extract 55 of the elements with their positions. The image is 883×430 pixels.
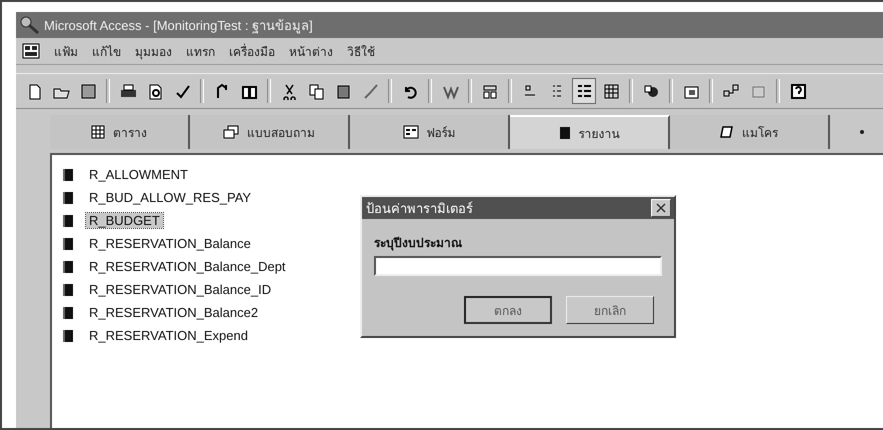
- new-object-icon: [482, 82, 498, 100]
- window-title: Microsoft Access - [MonitoringTest : ฐานข้อมูล]: [44, 16, 313, 36]
- analyze-icon: [642, 82, 660, 100]
- toolbar-button[interactable]: [572, 78, 596, 104]
- report-icon: [62, 306, 74, 320]
- macro-icon: [720, 125, 734, 139]
- dialog-button[interactable]: ตกลง: [464, 296, 552, 324]
- report-item[interactable]: R_RESERVATION_Balance_ID: [86, 282, 274, 297]
- report-item[interactable]: R_RESERVATION_Balance_Dept: [86, 259, 289, 274]
- menu-item[interactable]: แก้ไข: [92, 42, 121, 60]
- menu-item[interactable]: แฟ้ม: [54, 42, 78, 60]
- report-icon: [62, 260, 74, 274]
- object-tab[interactable]: รายงาน: [510, 115, 670, 149]
- print-preview-icon: [146, 82, 164, 100]
- menu-item[interactable]: เครื่องมือ: [229, 42, 275, 60]
- relationships-icon: [722, 82, 740, 100]
- copy-icon: [308, 82, 324, 100]
- printer-icon: [120, 82, 136, 100]
- dialog-button[interactable]: ยกเลิก: [566, 296, 654, 324]
- report-item[interactable]: R_BUDGET: [86, 213, 163, 228]
- database-window-icon[interactable]: [22, 43, 40, 59]
- report-icon: [62, 328, 74, 342]
- report-item[interactable]: R_BUD_ALLOW_RES_PAY: [86, 190, 254, 205]
- help-icon: [790, 82, 806, 100]
- form-icon: [402, 125, 418, 139]
- menu-item[interactable]: วิธีใช้: [347, 42, 375, 60]
- report-icon: [62, 190, 74, 204]
- dialog-title: ป้อนค่าพารามิเตอร์: [366, 200, 473, 218]
- menu-item[interactable]: หน้าต่าง: [289, 42, 333, 60]
- prompt-label: ระบุปีงบประมาณ: [374, 235, 463, 252]
- spell-check-icon: [174, 82, 190, 100]
- report-icon: [62, 214, 74, 228]
- object-tab[interactable]: ฟอร์ม: [350, 115, 510, 149]
- query-icon: [223, 125, 239, 139]
- list-icon: [576, 82, 592, 100]
- report-item[interactable]: R_RESERVATION_Expend: [86, 328, 251, 343]
- report-item[interactable]: R_RESERVATION_Balance: [86, 236, 254, 251]
- report-icon: [62, 168, 74, 182]
- more-tabs-icon: [860, 130, 864, 134]
- object-tab[interactable]: ตาราง: [50, 115, 190, 149]
- parameter-input[interactable]: [374, 256, 662, 276]
- table-icon: [91, 125, 105, 139]
- report-icon: [62, 282, 74, 296]
- close-button[interactable]: [651, 199, 671, 217]
- menu-item[interactable]: มุมมอง: [135, 42, 172, 60]
- object-tab[interactable]: แมโคร: [670, 115, 830, 149]
- report-icon: [558, 126, 570, 140]
- close-icon: [656, 203, 666, 213]
- report-item[interactable]: R_RESERVATION_Balance2: [86, 305, 262, 320]
- details-icon: [602, 82, 620, 100]
- menu-item[interactable]: แทรก: [186, 42, 215, 60]
- cut-icon: [280, 82, 298, 100]
- object-tab[interactable]: แบบสอบถาม: [190, 115, 350, 149]
- report-icon: [62, 236, 74, 250]
- report-item[interactable]: R_ALLOWMENT: [86, 167, 191, 182]
